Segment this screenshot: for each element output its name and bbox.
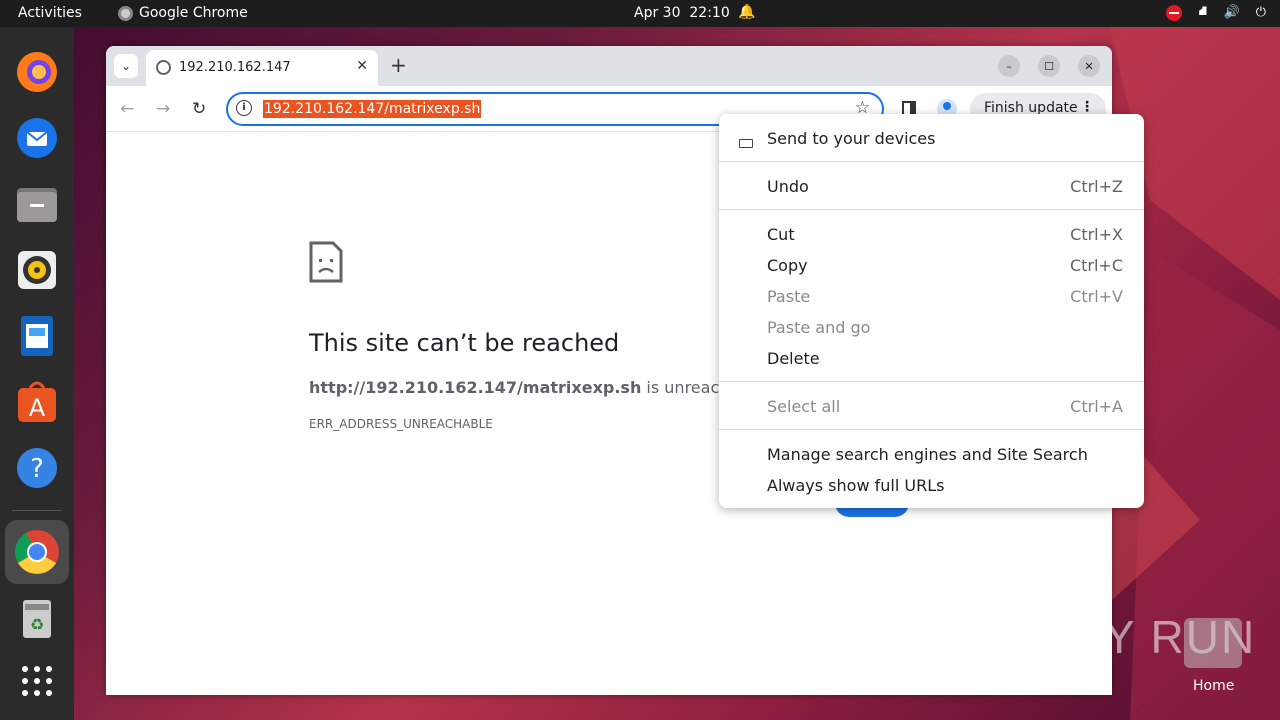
menu-label: Copy	[767, 256, 808, 275]
error-code: ERR_ADDRESS_UNREACHABLE	[309, 417, 493, 431]
maximize-button[interactable]: ☐	[1038, 55, 1060, 77]
libreoffice-writer-icon[interactable]	[13, 312, 61, 360]
address-text[interactable]: 192.210.162.147/matrixexp.sh	[263, 100, 482, 118]
tab-strip: ⌄ 192.210.162.147 ✕ + – ☐ ✕	[106, 46, 1112, 86]
volume-icon: 🔊	[1223, 5, 1240, 20]
svg-text:?: ?	[30, 454, 44, 484]
home-folder-label: Home	[1193, 678, 1235, 694]
activities-button[interactable]: Activities	[18, 5, 82, 21]
svg-text:♻: ♻	[30, 615, 44, 634]
files-icon[interactable]	[13, 180, 61, 228]
menu-label: Cut	[767, 225, 795, 244]
menu-separator	[719, 381, 1144, 382]
menu-label: Paste and go	[767, 318, 871, 337]
menu-item-paste-and-go[interactable]: Paste and go	[719, 311, 1144, 342]
close-window-button[interactable]: ✕	[1078, 55, 1100, 77]
menu-item-always-show-full-urls[interactable]: Always show full URLs	[719, 469, 1144, 500]
menu-shortcut: Ctrl+A	[1070, 397, 1123, 416]
time: 22:10	[689, 5, 730, 21]
menu-separator	[719, 429, 1144, 430]
google-chrome-icon[interactable]	[5, 520, 69, 584]
trash-icon[interactable]: ♻	[13, 594, 61, 642]
new-tab-button[interactable]: +	[390, 54, 407, 76]
help-icon[interactable]: ?	[13, 444, 61, 492]
chrome-icon	[118, 5, 133, 21]
thunderbird-icon[interactable]	[13, 114, 61, 162]
date: Apr 30	[634, 5, 681, 21]
clock[interactable]: Apr 30 22:10	[634, 5, 730, 21]
menu-item-send-to-devices[interactable]: Send to your devices	[719, 122, 1144, 153]
minimize-button[interactable]: –	[998, 55, 1020, 77]
menu-label: Always show full URLs	[767, 476, 945, 495]
menu-item-delete[interactable]: Delete	[719, 342, 1144, 373]
menu-label: Send to your devices	[767, 129, 936, 148]
sad-page-icon	[309, 241, 343, 283]
error-message: http://192.210.162.147/matrixexp.sh is u…	[309, 378, 749, 397]
menu-label: Delete	[767, 349, 820, 368]
menu-item-manage-search-engines[interactable]: Manage search engines and Site Search	[719, 438, 1144, 469]
menu-shortcut: Ctrl+C	[1069, 256, 1123, 275]
menu-label: Manage search engines and Site Search	[767, 445, 1088, 464]
reload-button[interactable]: ↻	[192, 99, 206, 119]
context-menu: Send to your devices Undo Ctrl+Z Cut Ctr…	[719, 114, 1144, 508]
dock-separator	[12, 510, 62, 511]
menu-label: Paste	[767, 287, 811, 306]
menu-item-paste[interactable]: Paste Ctrl+V	[719, 280, 1144, 311]
dock: A ? ♻	[0, 27, 74, 720]
globe-icon	[156, 60, 171, 75]
network-icon: ⛘	[1198, 4, 1208, 19]
site-info-icon[interactable]: i	[236, 100, 252, 116]
menu-separator	[719, 161, 1144, 162]
power-icon: ⏻	[1255, 5, 1266, 20]
menu-shortcut: Ctrl+X	[1070, 225, 1123, 244]
forward-button[interactable]: →	[156, 99, 170, 119]
tab-close-icon[interactable]: ✕	[356, 58, 368, 74]
menu-shortcut: Ctrl+Z	[1070, 177, 1123, 196]
app-menu[interactable]: Google Chrome	[118, 5, 248, 21]
system-tray[interactable]: ⛘ 🔊 ⏻	[1166, 4, 1266, 21]
bell-icon[interactable]: 🔔	[738, 4, 755, 20]
show-apps-icon[interactable]	[13, 657, 61, 705]
tab-active[interactable]: 192.210.162.147 ✕	[146, 50, 378, 86]
menu-shortcut: Ctrl+V	[1070, 287, 1123, 306]
back-button[interactable]: ←	[120, 99, 134, 119]
kebab-menu-icon: ⋮	[1080, 99, 1094, 115]
app-name: Google Chrome	[139, 5, 248, 21]
menu-separator	[719, 209, 1144, 210]
top-bar: Activities Google Chrome Apr 30 22:10 🔔 …	[0, 0, 1280, 27]
tab-search-button[interactable]: ⌄	[114, 54, 138, 78]
menu-label: Undo	[767, 177, 809, 196]
tab-title: 192.210.162.147	[179, 60, 291, 75]
menu-item-undo[interactable]: Undo Ctrl+Z	[719, 170, 1144, 201]
menu-label: Select all	[767, 397, 841, 416]
app-center-icon[interactable]: A	[13, 378, 61, 426]
rhythmbox-icon[interactable]	[13, 246, 61, 294]
home-folder-icon[interactable]	[1184, 618, 1242, 668]
error-title: This site can’t be reached	[309, 329, 620, 357]
do-not-disturb-icon	[1166, 4, 1183, 21]
error-url: http://192.210.162.147/matrixexp.sh	[309, 378, 642, 397]
svg-text:A: A	[29, 394, 46, 422]
devices-icon	[739, 139, 753, 148]
menu-item-cut[interactable]: Cut Ctrl+X	[719, 218, 1144, 249]
menu-item-copy[interactable]: Copy Ctrl+C	[719, 249, 1144, 280]
menu-item-select-all[interactable]: Select all Ctrl+A	[719, 390, 1144, 421]
firefox-icon[interactable]	[13, 48, 61, 96]
